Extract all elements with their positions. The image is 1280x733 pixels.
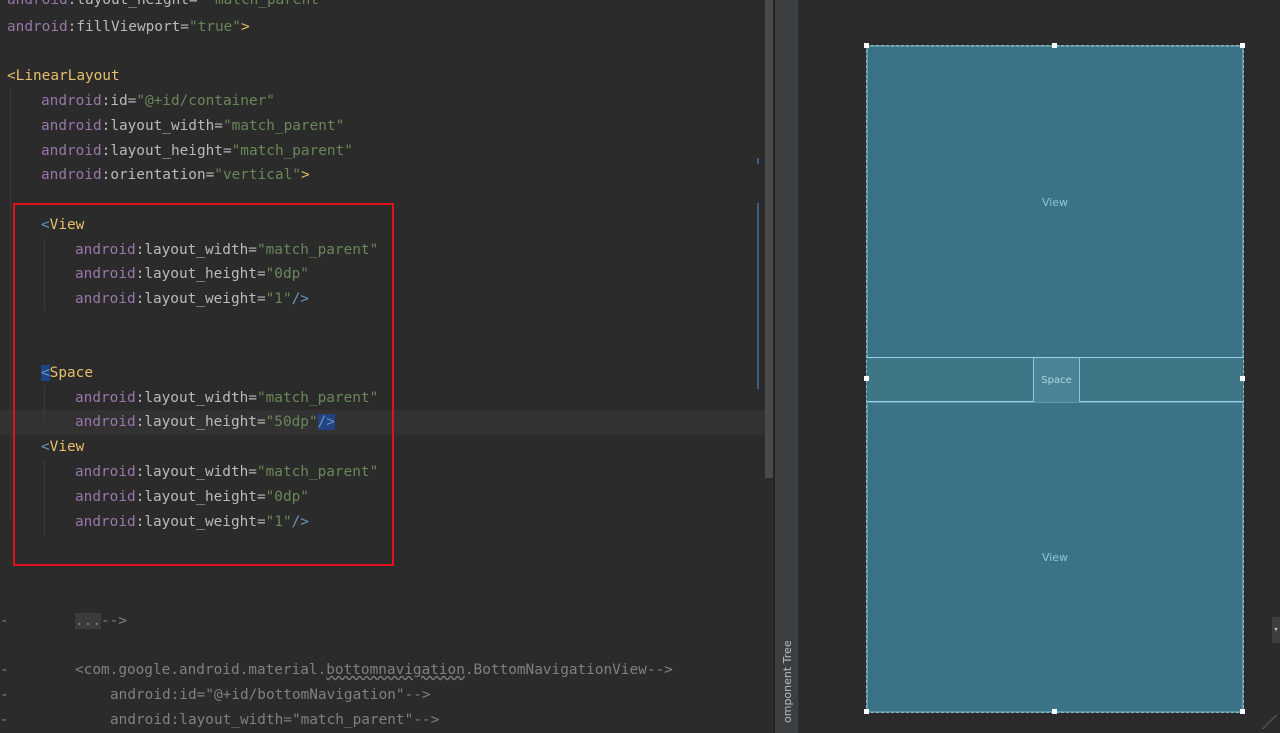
code-line[interactable]: - [0,683,9,708]
code-line[interactable]: android:layout_height= "match_parent" [7,0,328,13]
code-attribute: :layout_height= [101,143,232,159]
code-line[interactable]: android:id="@+id/bottomNavigation"--> [110,683,431,708]
code-namespace: android [41,143,102,159]
code-value: "true" [188,19,241,35]
code-line[interactable]: - [0,658,9,683]
code-line[interactable]: android:layout_height="match_parent" [41,139,353,164]
resize-handle[interactable] [1052,709,1057,714]
fold-marker: - [0,687,9,703]
code-line[interactable]: android:fillViewport="true"> [7,15,250,40]
code-attribute: :fillViewport= [67,19,189,35]
space-component[interactable]: Space [1033,358,1080,402]
fold-marker: - [0,712,9,728]
code-value: "match_parent" [206,0,328,8]
device-preview-frame[interactable]: View Space View [864,43,1245,714]
fold-marker: - [0,662,9,678]
resize-handle[interactable] [864,709,869,714]
code-bracket: > [240,19,250,35]
code-comment: android:id="@+id/bottomNavigation"--> [110,687,431,703]
layout-design-surface[interactable]: View Space View ▾ [798,0,1280,733]
collapse-chevron-icon[interactable]: ▾ [1272,617,1280,643]
resize-handle[interactable] [1240,376,1245,381]
code-attribute: :layout_width= [101,118,223,134]
code-comment: <com.google.android.material. [75,662,327,678]
space-label: Space [1041,374,1072,386]
code-namespace: android [7,0,68,8]
code-comment: --> [101,613,127,629]
scroll-marker [757,203,759,389]
resize-handle[interactable] [864,43,869,48]
editor-scrollbar[interactable] [765,0,773,478]
code-bracket: > [300,167,310,183]
code-value: "match_parent" [231,143,353,159]
code-line[interactable]: <com.google.android.material.bottomnavig… [75,658,673,683]
code-namespace: android [41,167,102,183]
view-label: View [1041,195,1069,209]
code-attribute: :orientation= [101,167,215,183]
code-comment: .BottomNavigationView--> [464,662,673,678]
code-line[interactable]: ...--> [75,609,127,634]
code-line[interactable]: android:layout_width="match_parent"--> [110,708,439,733]
code-line[interactable]: android:id="@+id/container" [41,89,275,114]
code-line[interactable]: <LinearLayout [7,64,120,89]
code-editor[interactable]: android:layout_height= "match_parent" an… [0,0,765,733]
folded-code-ellipsis[interactable]: ... [75,613,101,629]
code-value: "vertical" [214,167,301,183]
code-comment-spellcheck: bottomnavigation [326,662,465,678]
code-tag: LinearLayout [15,68,120,84]
resize-handle[interactable] [1240,709,1245,714]
scroll-marker [757,158,759,164]
code-line[interactable]: - [0,609,9,634]
code-line[interactable]: android:orientation="vertical"> [41,163,310,188]
code-namespace: android [7,19,68,35]
bottom-view-block[interactable]: View [867,402,1243,712]
red-highlight-box [13,203,394,566]
code-value: "match_parent" [222,118,345,134]
code-namespace: android [41,118,102,134]
indent-guide [10,88,11,518]
code-line[interactable]: - [0,708,9,733]
fold-marker: - [0,613,9,629]
resize-handle[interactable] [864,376,869,381]
code-value: "@+id/container" [136,93,275,109]
side-tool-strip: omponent Tree [775,0,798,733]
code-attribute: :id= [101,93,137,109]
code-comment: android:layout_width="match_parent"--> [110,712,440,728]
component-tree-tab[interactable]: omponent Tree [780,640,796,723]
top-view-block[interactable]: View [867,46,1243,358]
code-attribute: :layout_height= [67,0,198,8]
code-line[interactable]: android:layout_width="match_parent" [41,114,344,139]
space-row[interactable]: Space [867,357,1243,402]
code-bracket: < [7,68,16,84]
resize-grip-icon[interactable] [1248,715,1277,729]
view-label: View [1041,550,1069,564]
resize-handle[interactable] [1052,43,1057,48]
resize-handle[interactable] [1240,43,1245,48]
code-namespace: android [41,93,102,109]
